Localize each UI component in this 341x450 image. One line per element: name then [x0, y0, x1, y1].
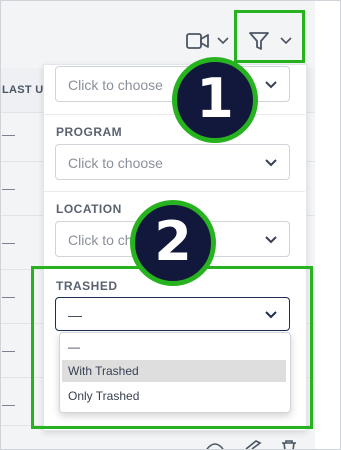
screenshot-frame: [0, 0, 341, 450]
